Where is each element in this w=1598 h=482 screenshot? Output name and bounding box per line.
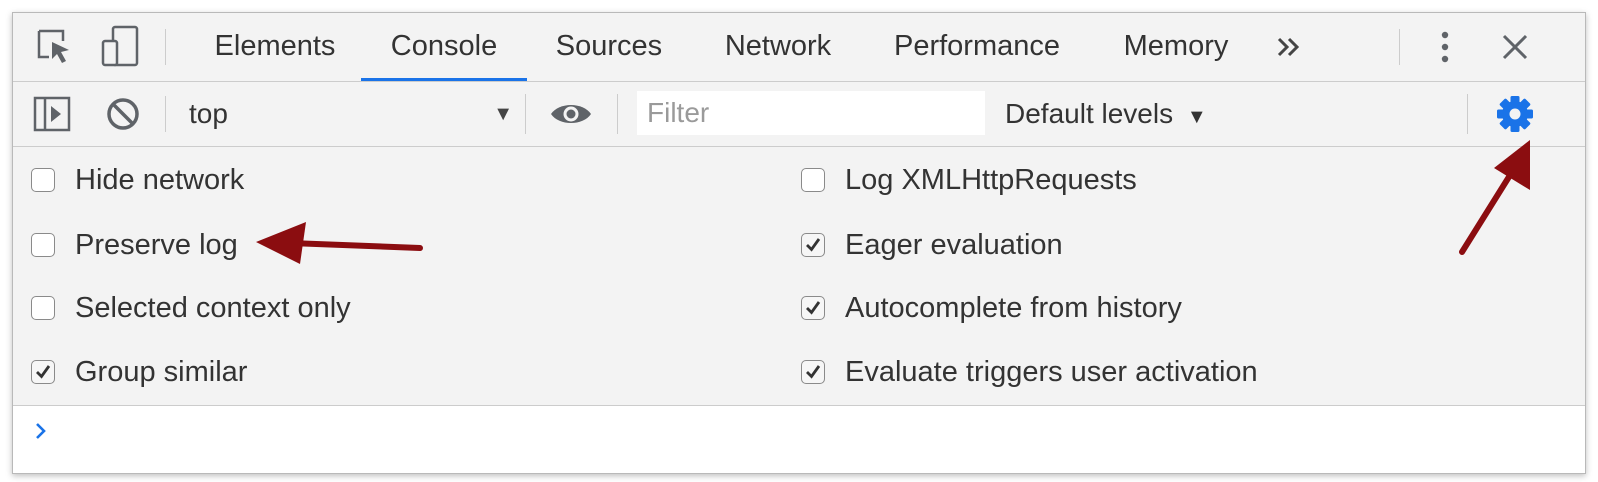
chevron-double-right-icon[interactable] [1273,33,1305,61]
tab-elements[interactable]: Elements [195,13,355,81]
checkbox-checked[interactable] [801,233,825,257]
filter-input[interactable] [637,91,985,135]
tab-memory[interactable]: Memory [1107,13,1245,81]
tab-label: Performance [893,30,1060,62]
tab-label: Elements [214,30,336,62]
toolbar-divider [1399,29,1400,65]
log-levels-dropdown[interactable]: Default levels ▼ [1005,92,1207,136]
devtools-window: Elements Console Sources Network Perform… [12,12,1586,474]
setting-label: Autocomplete from history [845,292,1182,324]
clear-console-icon[interactable] [105,96,141,132]
setting-label: Group similar [75,356,248,388]
checkbox[interactable] [31,168,55,192]
console-settings-panel: Hide network Preserve log Selected conte… [13,147,1585,406]
setting-label: Evaluate triggers user activation [845,356,1258,388]
show-console-sidebar-icon[interactable] [33,96,73,132]
checkmark-icon [36,365,51,379]
checkmark-icon [806,365,821,379]
console-input-area[interactable] [13,406,1585,473]
setting-label: Hide network [75,164,245,196]
device-toolbar-icon[interactable] [99,25,143,69]
setting-label: Preserve log [75,229,238,261]
checkmark-icon [806,238,821,252]
context-value: top [189,98,228,129]
console-toolbar: top ▼ Default levels ▼ [13,82,1585,147]
gear-icon[interactable] [1495,94,1535,134]
caret-down-icon: ▼ [493,103,513,125]
checkbox[interactable] [801,168,825,192]
tab-label: Network [724,30,832,62]
more-vertical-icon[interactable] [1433,27,1457,67]
close-icon[interactable] [1499,31,1531,63]
chevron-right-icon [33,420,49,442]
tab-network[interactable]: Network [707,13,849,81]
tab-sources[interactable]: Sources [541,13,677,81]
setting-label: Eager evaluation [845,229,1063,261]
checkbox-checked[interactable] [31,360,55,384]
tab-label: Memory [1123,30,1229,62]
tab-performance[interactable]: Performance [879,13,1075,81]
log-levels-label: Default levels [1005,98,1174,129]
toolbar-divider [165,96,166,132]
tab-label: Sources [555,30,663,62]
setting-label: Log XMLHttpRequests [845,164,1137,196]
toolbar-divider [165,29,166,65]
devtools-tab-bar: Elements Console Sources Network Perform… [13,13,1585,82]
live-expression-icon[interactable] [549,96,593,132]
checkbox[interactable] [31,296,55,320]
checkmark-icon [806,301,821,315]
toolbar-divider [617,94,618,134]
checkbox-checked[interactable] [801,296,825,320]
toolbar-divider [525,94,526,134]
caret-down-icon: ▼ [1186,106,1207,128]
tab-label: Console [390,30,498,62]
toolbar-divider [1467,94,1468,134]
active-tab-indicator [361,78,527,81]
setting-label: Selected context only [75,292,351,324]
inspect-element-icon[interactable] [35,27,75,67]
checkbox[interactable] [31,233,55,257]
tab-console[interactable]: Console [361,13,527,81]
context-selector[interactable]: top ▼ [173,92,533,136]
checkbox-checked[interactable] [801,360,825,384]
